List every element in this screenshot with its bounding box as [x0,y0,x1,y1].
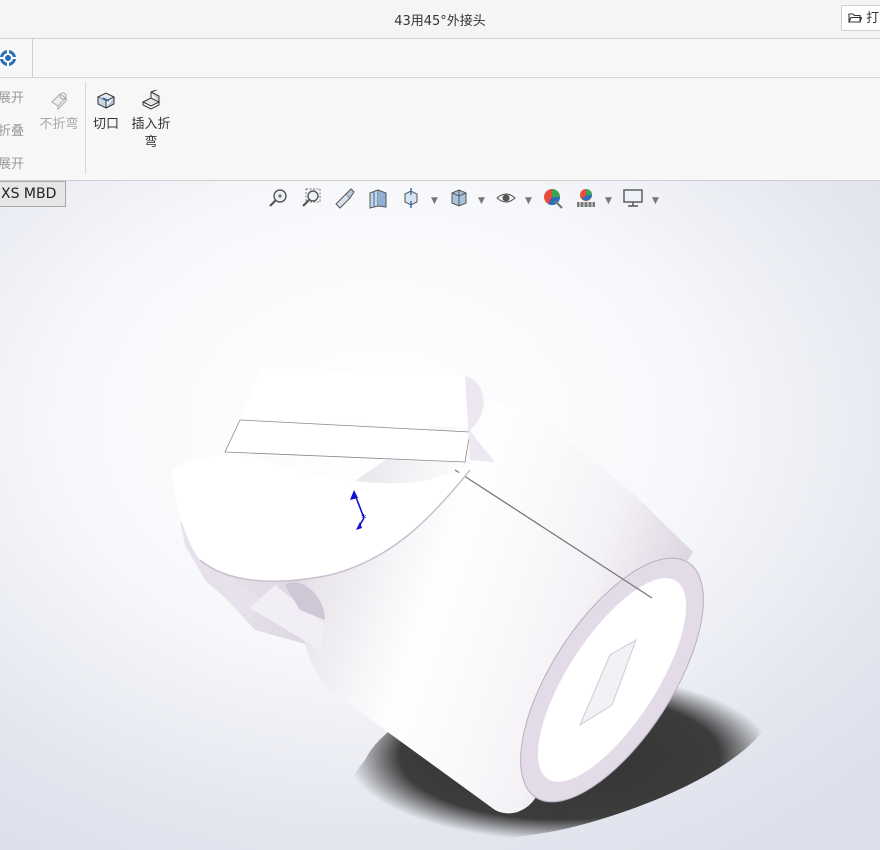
ribbon-item-fold[interactable]: 折叠 [0,120,24,139]
tab-mbd[interactable]: XS MBD [0,181,66,207]
view-settings-dropdown[interactable]: ▼ [652,196,659,206]
open-button-label: 打 [866,11,880,26]
model-top-face [240,368,470,428]
rip-label: 切口 [92,117,119,132]
hide-show-items-icon [496,193,516,203]
section-view-button[interactable] [367,187,389,211]
apply-scene-button[interactable] [575,187,597,211]
edit-appearance-button[interactable] [542,187,564,211]
no-bend-label: 不折弯 [39,117,79,132]
model-graphics[interactable]: * [0,181,880,850]
folder-open-icon [848,13,863,23]
apply-scene-dropdown[interactable]: ▼ [605,196,612,206]
hide-show-items-button[interactable] [495,187,517,211]
view-settings-icon [623,189,643,207]
window-title: 43用45°外接头 [394,14,486,29]
zoom-to-fit-icon [269,189,287,207]
rebuild-area [0,39,33,77]
secondary-toolbar [0,39,880,78]
display-style-icon [451,189,467,207]
hide-show-dropdown[interactable]: ▼ [525,196,532,206]
edit-appearance-icon [544,189,563,209]
svg-text:*: * [361,512,367,525]
view-settings-button[interactable] [622,187,644,211]
zoom-to-area-icon [302,188,321,207]
previous-view-button[interactable] [334,187,356,211]
apply-scene-icon [577,189,595,207]
previous-view-icon [335,188,355,209]
no-bend-icon [51,92,67,111]
display-style-button[interactable] [448,187,470,211]
rip-icon [96,92,116,109]
options-gear-icon[interactable] [0,48,18,68]
view-orientation-button[interactable] [400,187,422,211]
rip-button[interactable]: 切口 [90,90,122,134]
view-orientation-icon [404,188,418,208]
insert-bends-label-line2: 弯 [144,135,158,150]
insert-bends-label-line1: 插入折 [131,117,171,132]
view-orientation-dropdown[interactable]: ▼ [431,196,438,206]
open-button[interactable]: 打 [841,5,880,31]
insert-bends-button[interactable]: 插入折 弯 [128,88,174,152]
insert-bends-icon [141,88,161,110]
ribbon-separator [85,82,86,174]
ribbon-item-flatten[interactable]: 展开 [0,153,24,172]
no-bend-button[interactable]: 不折弯 [36,88,82,134]
zoom-to-fit-button[interactable] [268,187,290,211]
section-view-icon [369,189,387,209]
zoom-to-area-button[interactable] [301,187,323,211]
display-style-dropdown[interactable]: ▼ [478,196,485,206]
ribbon-item-unfold[interactable]: 展开 [0,87,24,106]
sheet-metal-ribbon: 展开 折叠 展开 不折弯 切口 插入折 弯 [0,78,880,181]
title-bar: 43用45°外接头 打 [0,0,880,39]
